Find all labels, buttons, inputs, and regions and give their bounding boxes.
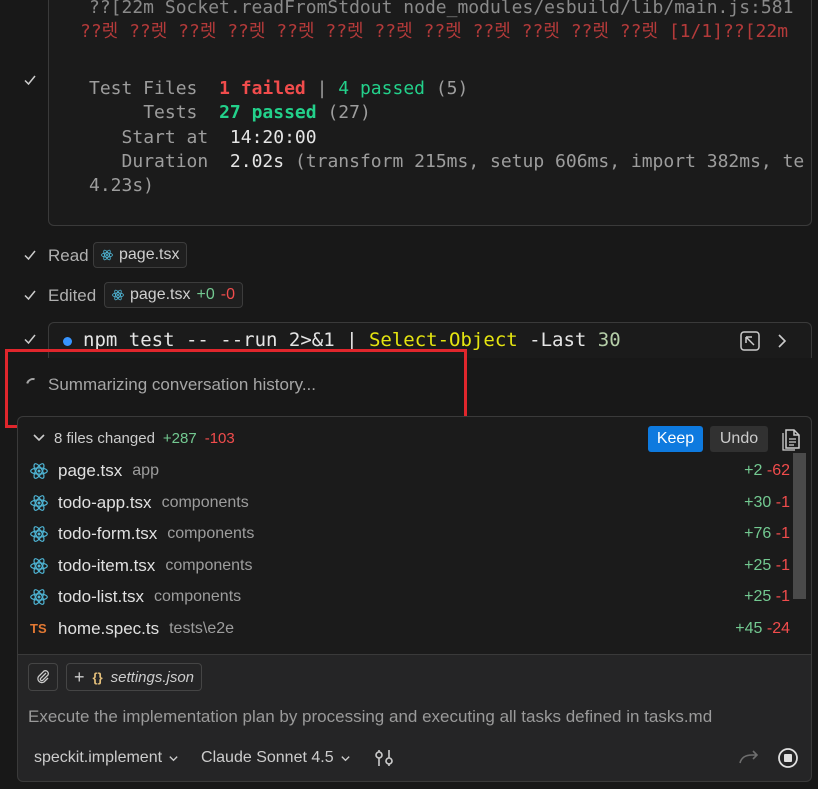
tools-icon[interactable] — [373, 748, 395, 768]
edited-file-chip[interactable]: page.tsx +0 -0 — [104, 282, 243, 308]
start-at-line: Start at 14:20:00 — [121, 127, 317, 148]
file-diff-stats: +76 -1 — [744, 525, 790, 542]
test-files-failed: 1 failed — [219, 78, 306, 99]
chat-input-area: + {} settings.json Execute the implement… — [17, 654, 812, 782]
file-directory: components — [161, 493, 249, 511]
tests-passed: 27 passed — [219, 102, 317, 123]
file-directory: components — [167, 525, 255, 542]
command-text: npm test -- --run 2>&1 | Select-Object -… — [83, 329, 621, 351]
file-directory: tests\e2e — [169, 619, 235, 637]
terminal-line-socket: ??[22m Socket.readFromStdout node_module… — [89, 0, 794, 18]
react-icon — [112, 289, 124, 301]
file-name: todo-item.tsx — [58, 555, 156, 575]
read-file-chip[interactable]: page.tsx — [93, 242, 188, 268]
tests-line: Tests 27 passed (27) — [143, 102, 371, 123]
react-icon — [30, 525, 48, 543]
file-name: page.tsx — [58, 461, 123, 480]
stop-icon[interactable] — [777, 747, 799, 774]
file-directory: components — [165, 556, 253, 574]
chat-input[interactable]: Execute the implementation plan by proce… — [28, 707, 712, 727]
terminal-line-garbled: ??렛 ??렛 ??렛 ??렛 ??렛 ??렛 ??렛 ??렛 ??렛 ??렛 … — [80, 21, 789, 42]
react-icon — [30, 588, 48, 606]
duration-line: Duration 2.02s (transform 215ms, setup 6… — [121, 151, 805, 172]
chevron-right-icon[interactable] — [775, 332, 789, 355]
send-icon[interactable] — [738, 748, 760, 773]
changed-files-panel: 8 files changed +287 -103 Keep Undo page… — [17, 416, 812, 656]
total-removed: -103 — [204, 430, 235, 447]
context-file-name: settings.json — [110, 668, 195, 686]
file-directory: app — [132, 462, 159, 479]
file-directory: components — [153, 588, 242, 605]
file-diff-stats: +2 -62 — [744, 462, 790, 479]
test-files-line: Test Files 1 failed | 4 passed (5) — [89, 78, 469, 99]
file-name: todo-form.tsx — [58, 524, 158, 543]
react-icon — [30, 494, 48, 512]
duration-wrap-line: 4.23s) — [89, 175, 155, 196]
files-changed-count: 8 files changed — [54, 430, 155, 447]
copy-icon[interactable] — [780, 427, 802, 456]
changed-files-header[interactable]: 8 files changed +287 -103 — [32, 430, 235, 447]
typescript-icon: TS — [30, 621, 47, 636]
check-icon — [23, 248, 37, 262]
edited-file-name: page.tsx — [130, 286, 191, 303]
terminal-output: ??[22m Socket.readFromStdout node_module… — [48, 0, 812, 226]
react-icon — [30, 462, 48, 480]
file-diff-stats: +30 -1 — [744, 493, 790, 511]
file-row[interactable]: todo-list.tsx components +25 -1 — [30, 583, 790, 611]
check-icon — [23, 288, 37, 302]
file-row[interactable]: page.tsx app +2 -62 — [30, 457, 790, 485]
chevron-down-icon[interactable] — [32, 430, 46, 447]
read-step-label: Read — [48, 246, 89, 265]
react-icon — [30, 557, 48, 575]
file-name: todo-app.tsx — [58, 492, 152, 512]
file-name: todo-list.tsx — [58, 587, 144, 606]
chevron-down-icon — [340, 753, 351, 764]
file-row[interactable]: TS home.spec.ts tests\e2e +45 -24 — [30, 615, 790, 643]
keep-button[interactable]: Keep — [648, 426, 703, 452]
paperclip-icon — [37, 670, 49, 684]
chevron-down-icon — [168, 753, 179, 764]
model-picker[interactable]: Claude Sonnet 4.5 — [201, 749, 351, 767]
json-file-icon: {} — [92, 669, 103, 685]
react-icon — [101, 249, 113, 261]
read-file-name: page.tsx — [119, 246, 180, 263]
file-row[interactable]: todo-item.tsx components +25 -1 — [30, 552, 790, 580]
add-icon[interactable]: + — [74, 667, 85, 688]
running-dot-icon — [63, 337, 72, 346]
edited-step-label: Edited — [48, 286, 97, 305]
mode-label: speckit.implement — [34, 749, 163, 766]
edited-removed-count: -0 — [220, 286, 235, 303]
check-icon — [23, 73, 37, 87]
model-label: Claude Sonnet 4.5 — [201, 749, 334, 766]
open-terminal-icon[interactable] — [739, 330, 761, 357]
file-name: home.spec.ts — [58, 618, 160, 638]
chat-toolbar: speckit.implement Claude Sonnet 4.5 — [34, 748, 395, 768]
mode-picker[interactable]: speckit.implement — [34, 749, 179, 767]
total-added: +287 — [162, 430, 197, 447]
scrollbar[interactable] — [793, 453, 806, 599]
file-diff-stats: +45 -24 — [735, 619, 790, 637]
context-file-chip[interactable]: + {} settings.json — [66, 663, 203, 691]
file-row[interactable]: todo-app.tsx components +30 -1 — [30, 489, 790, 517]
test-files-passed: 4 passed — [338, 78, 425, 99]
attach-button[interactable] — [28, 663, 58, 691]
file-diff-stats: +25 -1 — [744, 556, 790, 574]
file-row[interactable]: todo-form.tsx components +76 -1 — [30, 520, 790, 548]
check-icon — [23, 332, 37, 346]
edited-added-count: +0 — [196, 286, 215, 303]
undo-button[interactable]: Undo — [710, 426, 768, 452]
file-diff-stats: +25 -1 — [744, 588, 790, 605]
